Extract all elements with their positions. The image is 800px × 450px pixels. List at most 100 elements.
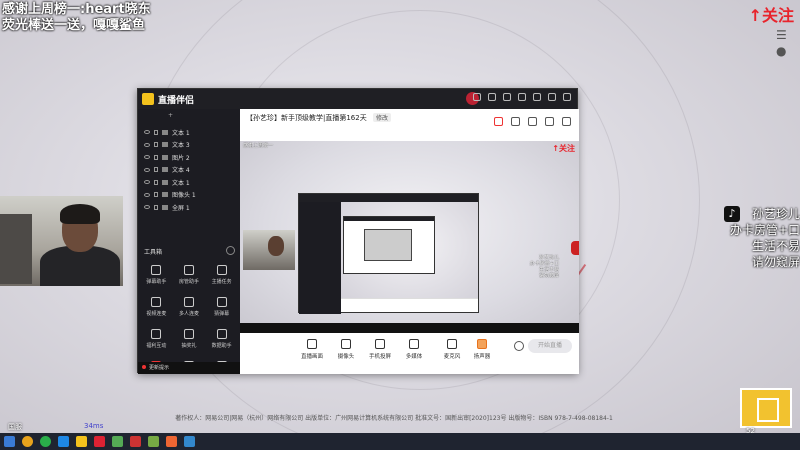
window-controls — [473, 93, 571, 101]
close-icon[interactable] — [563, 93, 571, 101]
mail-icon[interactable] — [503, 93, 511, 101]
latency-indicator: 34ms — [84, 422, 104, 430]
data-icon — [216, 329, 227, 339]
live-screen-button[interactable]: 直播画面 — [296, 339, 328, 360]
screen-icon — [307, 339, 317, 349]
tool-room-admin[interactable]: 房管助手 — [173, 265, 206, 285]
chrome-icon[interactable] — [22, 436, 33, 447]
visibility-icon[interactable] — [144, 130, 150, 135]
media-button[interactable]: 多媒体 — [398, 339, 430, 360]
lock-icon[interactable] — [154, 154, 158, 160]
source-row[interactable]: 文本 1 — [138, 176, 240, 189]
bell-icon[interactable] — [545, 117, 554, 126]
app-icon[interactable] — [130, 436, 141, 447]
microphone-button[interactable]: 麦克风 — [436, 339, 468, 360]
camera-source-icon — [162, 192, 168, 198]
maximize-icon[interactable] — [548, 93, 556, 101]
nested-inner-window — [343, 216, 435, 274]
text-source-icon — [162, 142, 168, 148]
webcam-background-shelf — [0, 214, 32, 284]
game-icon[interactable] — [112, 436, 123, 447]
bottom-item-label: 多媒体 — [405, 354, 423, 360]
start-icon[interactable] — [4, 436, 15, 447]
app-titlebar: 直播伴侣 — [138, 89, 577, 109]
nested-left-panel — [299, 202, 341, 314]
visibility-icon[interactable] — [144, 192, 150, 197]
tool-welfare[interactable]: 福利互动 — [140, 329, 173, 349]
collapse-icon[interactable] — [226, 246, 235, 255]
lock-icon[interactable] — [154, 192, 158, 198]
microphone-icon — [447, 339, 457, 349]
shop-icon[interactable] — [494, 117, 503, 126]
tool-lottery[interactable]: 抽奖礼 — [173, 329, 206, 349]
source-row[interactable]: 文本 4 — [138, 164, 240, 177]
source-row[interactable]: 图片 2 — [138, 151, 240, 164]
lock-icon[interactable] — [154, 142, 158, 148]
tool-label: 房管助手 — [178, 279, 199, 285]
folder-icon[interactable] — [58, 436, 69, 447]
stream-preview[interactable]: 感谢上周榜一 ↑关注 孙艺珍儿 办卡房管+口 生活不易 请勿窥屏 — [240, 141, 579, 333]
user-icon[interactable]: ● — [776, 44, 790, 58]
app-icon[interactable] — [148, 436, 159, 447]
tool-guess[interactable]: 猜弹幕 — [205, 297, 238, 317]
visibility-icon[interactable] — [144, 142, 150, 147]
app-icon[interactable] — [166, 436, 177, 447]
netease-icon[interactable] — [94, 436, 105, 447]
app-icon[interactable] — [184, 436, 195, 447]
tool-danmu-helper[interactable]: 弹幕助手 — [140, 265, 173, 285]
wechat-icon[interactable] — [40, 436, 51, 447]
menu-icon[interactable]: ☰ — [776, 28, 790, 42]
streaming-app-window: 直播伴侣 + 文本 1 文本 3 图片 2 文本 4 文本 1 图像头 1 全屏… — [137, 88, 579, 374]
lock-icon[interactable] — [154, 204, 158, 210]
lock-icon[interactable] — [511, 117, 520, 126]
douyin-line-2: 办卡房管+口 — [729, 223, 800, 237]
tool-data[interactable]: 数据助手 — [205, 329, 238, 349]
source-row[interactable]: 全屏 1 — [138, 201, 240, 214]
source-row[interactable]: 图像头 1 — [138, 189, 240, 202]
visibility-icon[interactable] — [144, 205, 150, 210]
camera-button[interactable]: 摄像头 — [330, 339, 362, 360]
source-row[interactable]: 文本 1 — [138, 126, 240, 139]
visibility-icon[interactable] — [144, 180, 150, 185]
livemate-icon[interactable] — [76, 436, 87, 447]
speaker-button[interactable]: 扬声器 — [466, 339, 498, 360]
menu-icon[interactable] — [518, 93, 526, 101]
tool-label: 抽奖礼 — [181, 343, 197, 349]
visibility-icon[interactable] — [144, 155, 150, 160]
edit-title-button[interactable]: 修改 — [372, 113, 391, 122]
minimize-icon[interactable] — [533, 93, 541, 101]
task-icon — [216, 265, 227, 275]
settings-icon[interactable] — [488, 93, 496, 101]
lock-icon[interactable] — [154, 167, 158, 173]
lock-icon[interactable] — [154, 129, 158, 135]
share-icon[interactable] — [528, 117, 537, 126]
group-icon — [183, 297, 194, 307]
follow-button[interactable]: ↑关注 — [749, 2, 794, 26]
skin-icon[interactable] — [473, 93, 481, 101]
tool-label: 数据助手 — [211, 343, 232, 349]
douyin-overlay: ♪ 孙艺珍儿 办卡房管+口 生活不易 请勿窥屏 — [724, 206, 800, 270]
preview-taskbar — [240, 323, 579, 333]
source-row[interactable]: 文本 3 — [138, 139, 240, 152]
visibility-icon[interactable] — [144, 167, 150, 172]
source-label: 文本 4 — [172, 167, 190, 175]
overlay-line-1: 感谢上周榜一:heart晓东 — [2, 2, 151, 17]
text-source-icon — [162, 179, 168, 185]
admin-icon — [183, 265, 194, 275]
source-label: 文本 1 — [172, 179, 190, 187]
settings-icon[interactable] — [514, 341, 524, 351]
more-icon[interactable] — [562, 117, 571, 126]
source-list: 文本 1 文本 3 图片 2 文本 4 文本 1 图像头 1 全屏 1 — [138, 126, 240, 214]
lock-icon[interactable] — [154, 179, 158, 185]
phone-cast-button[interactable]: 手机投屏 — [364, 339, 396, 360]
tool-multi-link[interactable]: 多人连麦 — [173, 297, 206, 317]
source-label: 文本 1 — [172, 129, 190, 137]
stream-overlay-thanks: 感谢上周榜一:heart晓东 荧光棒送一送，嘎嘎鲨鱼 — [2, 2, 151, 34]
windows-taskbar — [0, 433, 800, 450]
tool-label: 弹幕助手 — [146, 279, 167, 285]
tool-anchor-task[interactable]: 主播任务 — [205, 265, 238, 285]
start-live-button[interactable]: 开始直播 — [528, 339, 572, 353]
add-scene-button[interactable]: + — [168, 112, 173, 119]
tool-video-link[interactable]: 视频连麦 — [140, 297, 173, 317]
update-notice[interactable]: 更新提示 — [138, 362, 240, 374]
